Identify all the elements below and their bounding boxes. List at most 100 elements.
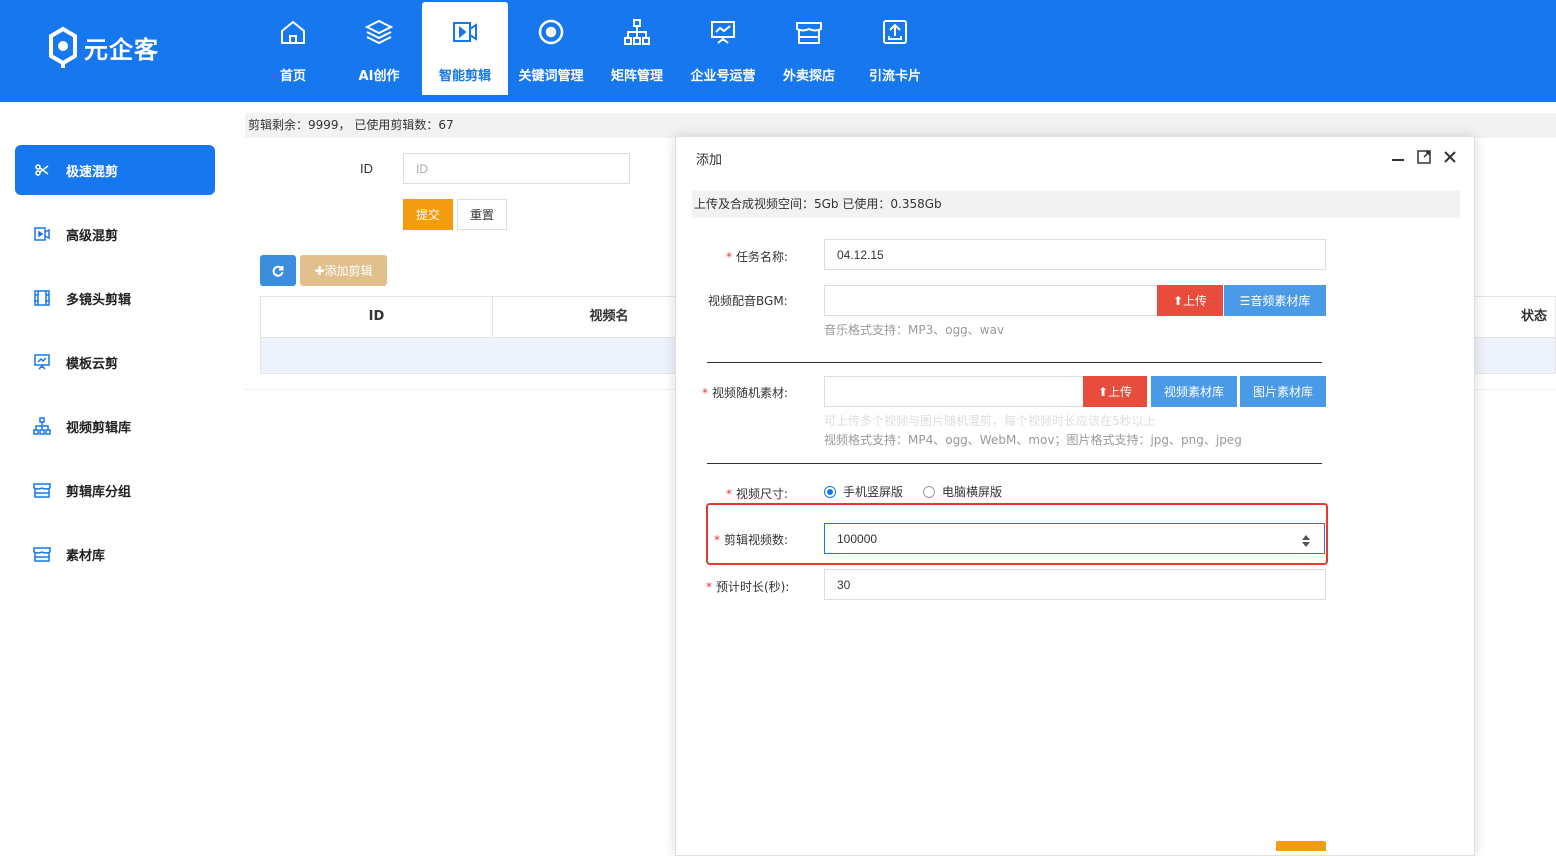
image-library-button[interactable]: 图片素材库 <box>1240 376 1326 407</box>
radio-dot <box>923 485 935 498</box>
nav-item-takeout[interactable]: 外卖探店 <box>766 2 852 95</box>
number-stepper[interactable] <box>1300 533 1312 549</box>
sidebar-item-label: 多镜头剪辑 <box>66 292 132 308</box>
column-header-status[interactable]: 状态 <box>1511 297 1556 337</box>
radio-portrait[interactable]: 手机竖屏版 <box>824 483 903 500</box>
material-label: * 视频随机素材: <box>702 386 789 400</box>
nav-item-keywords[interactable]: 关键词管理 <box>508 2 594 95</box>
reset-button[interactable]: 重置 <box>457 199 507 230</box>
radio-landscape[interactable]: 电脑横屏版 <box>923 483 1002 500</box>
presentation-icon <box>34 354 50 370</box>
nav-item-label: 智能剪辑 <box>438 69 491 84</box>
nav-item-label: 关键词管理 <box>518 69 584 84</box>
logo-text: 元企客 <box>84 35 159 64</box>
bgm-label: 视频配音BGM: <box>708 294 788 308</box>
column-header-id[interactable]: ID <box>261 297 493 337</box>
material-upload-label: 上传 <box>1108 385 1133 399</box>
task-name-label: * 任务名称: <box>726 250 789 264</box>
nav-item-cards[interactable]: 引流卡片 <box>852 2 938 95</box>
close-icon[interactable] <box>1442 149 1458 165</box>
sidebar-item-multi-camera[interactable]: 多镜头剪辑 <box>15 273 215 323</box>
section-divider <box>707 362 1322 363</box>
id-filter-label: ID <box>360 161 373 176</box>
radio-label: 电脑横屏版 <box>942 485 1003 499</box>
upload-icon: ⬆ <box>1172 294 1184 308</box>
storage-usage-bar: 上传及合成视频空间：5Gb 已使用：0.358Gb <box>692 191 1460 218</box>
add-clip-label: 添加剪辑 <box>324 264 373 278</box>
layers-icon <box>364 19 394 45</box>
submit-button[interactable]: 提交 <box>403 199 453 230</box>
sidebar-item-label: 视频剪辑库 <box>66 420 132 436</box>
material-duration-hint: 可上传多个视频与图片随机混剪，每个视频时长应该在5秒以上 <box>824 414 1156 428</box>
sidebar-item-video-library[interactable]: 视频剪辑库 <box>15 401 215 451</box>
nav-item-home[interactable]: 首页 <box>250 2 336 95</box>
film-icon <box>34 290 50 306</box>
duration-input[interactable] <box>824 569 1326 600</box>
sidebar-item-advanced-mix[interactable]: 高级混剪 <box>15 209 215 259</box>
sidebar-item-fast-mix[interactable]: 极速混剪 <box>15 145 215 195</box>
sidebar-item-template-cloud[interactable]: 模板云剪 <box>15 337 215 387</box>
nav-item-ai-create[interactable]: AI创作 <box>336 2 422 95</box>
upload-icon: ⬆ <box>1097 385 1109 399</box>
dialog-title: 添加 <box>696 152 723 167</box>
task-name-input[interactable] <box>824 239 1326 270</box>
clip-count-label: * 剪辑视频数: <box>714 533 789 547</box>
nav-item-enterprise[interactable]: 企业号运营 <box>680 2 766 95</box>
confirm-button-partial[interactable] <box>1276 841 1326 851</box>
nav-item-label: 首页 <box>279 69 306 84</box>
sidebar: 极速混剪 高级混剪 多镜头剪辑 模板云剪 视频剪辑库 剪辑库分组 素材库 <box>0 102 230 846</box>
clip-count-input[interactable] <box>824 523 1325 554</box>
section-divider <box>707 463 1322 464</box>
sidebar-item-label: 极速混剪 <box>66 164 119 180</box>
nav-item-label: 引流卡片 <box>868 69 921 84</box>
video-size-label: * 视频尺寸: <box>726 487 789 501</box>
nav-item-label: AI创作 <box>358 69 400 84</box>
top-navbar: 元企客 首页 AI创作 智能剪辑 关键词管理 矩阵管理 企业号运营 外卖探店 引… <box>0 0 1556 102</box>
sidebar-item-label: 剪辑库分组 <box>66 484 132 500</box>
audio-library-button[interactable]: ☰音频素材库 <box>1224 285 1326 316</box>
add-dialog: 添加 上传及合成视频空间：5Gb 已使用：0.358Gb *任务名称: 视频配音… <box>675 136 1475 856</box>
home-icon <box>281 20 305 44</box>
bgm-format-hint: 音乐格式支持：MP3、ogg、wav <box>824 323 1005 337</box>
logo[interactable]: 元企客 <box>48 26 159 68</box>
minimize-icon[interactable] <box>1390 149 1406 165</box>
bgm-upload-label: 上传 <box>1183 294 1208 308</box>
add-clip-button[interactable]: ✚添加剪辑 <box>300 255 387 286</box>
video-edit-icon <box>453 22 477 42</box>
target-icon <box>538 19 564 45</box>
stepper-arrows-icon <box>1302 535 1310 547</box>
bgm-upload-button[interactable]: ⬆上传 <box>1157 285 1223 316</box>
store-icon <box>33 483 51 498</box>
nav-item-matrix[interactable]: 矩阵管理 <box>594 2 680 95</box>
nav-item-label: 企业号运营 <box>690 69 756 84</box>
list-icon: ☰ <box>1239 294 1251 308</box>
video-library-button[interactable]: 视频素材库 <box>1151 376 1237 407</box>
logo-icon <box>49 26 77 68</box>
maximize-icon[interactable] <box>1416 149 1432 165</box>
presentation-icon <box>711 21 735 44</box>
sidebar-item-label: 模板云剪 <box>66 356 119 372</box>
hierarchy-icon <box>33 417 51 435</box>
id-filter-input[interactable] <box>403 153 630 184</box>
material-upload-button[interactable]: ⬆上传 <box>1083 376 1147 407</box>
radio-label: 手机竖屏版 <box>843 485 904 499</box>
audio-library-label: 音频素材库 <box>1250 294 1311 308</box>
sidebar-item-label: 高级混剪 <box>66 228 119 244</box>
quota-bar: 剪辑剩余：9999， 已使用剪辑数：67 <box>245 113 1556 138</box>
sidebar-item-materials[interactable]: 素材库 <box>15 529 215 579</box>
nav-item-label: 外卖探店 <box>782 69 835 84</box>
radio-dot <box>824 485 836 498</box>
sidebar-item-label: 素材库 <box>66 548 106 564</box>
bgm-input[interactable] <box>824 285 1158 316</box>
store-icon <box>33 547 51 562</box>
scissors-icon <box>35 164 49 176</box>
refresh-button[interactable] <box>260 255 296 286</box>
nav-item-smart-edit[interactable]: 智能剪辑 <box>422 2 508 95</box>
sidebar-item-library-groups[interactable]: 剪辑库分组 <box>15 465 215 515</box>
main-nav: 首页 AI创作 智能剪辑 关键词管理 矩阵管理 企业号运营 外卖探店 引流卡片 <box>250 2 938 95</box>
material-input[interactable] <box>824 376 1084 407</box>
material-format-hint: 视频格式支持：MP4、ogg、WebM、mov；图片格式支持：jpg、png、j… <box>824 433 1242 447</box>
video-edit-icon <box>34 227 50 241</box>
nav-item-label: 矩阵管理 <box>610 69 663 84</box>
refresh-icon <box>272 265 284 277</box>
